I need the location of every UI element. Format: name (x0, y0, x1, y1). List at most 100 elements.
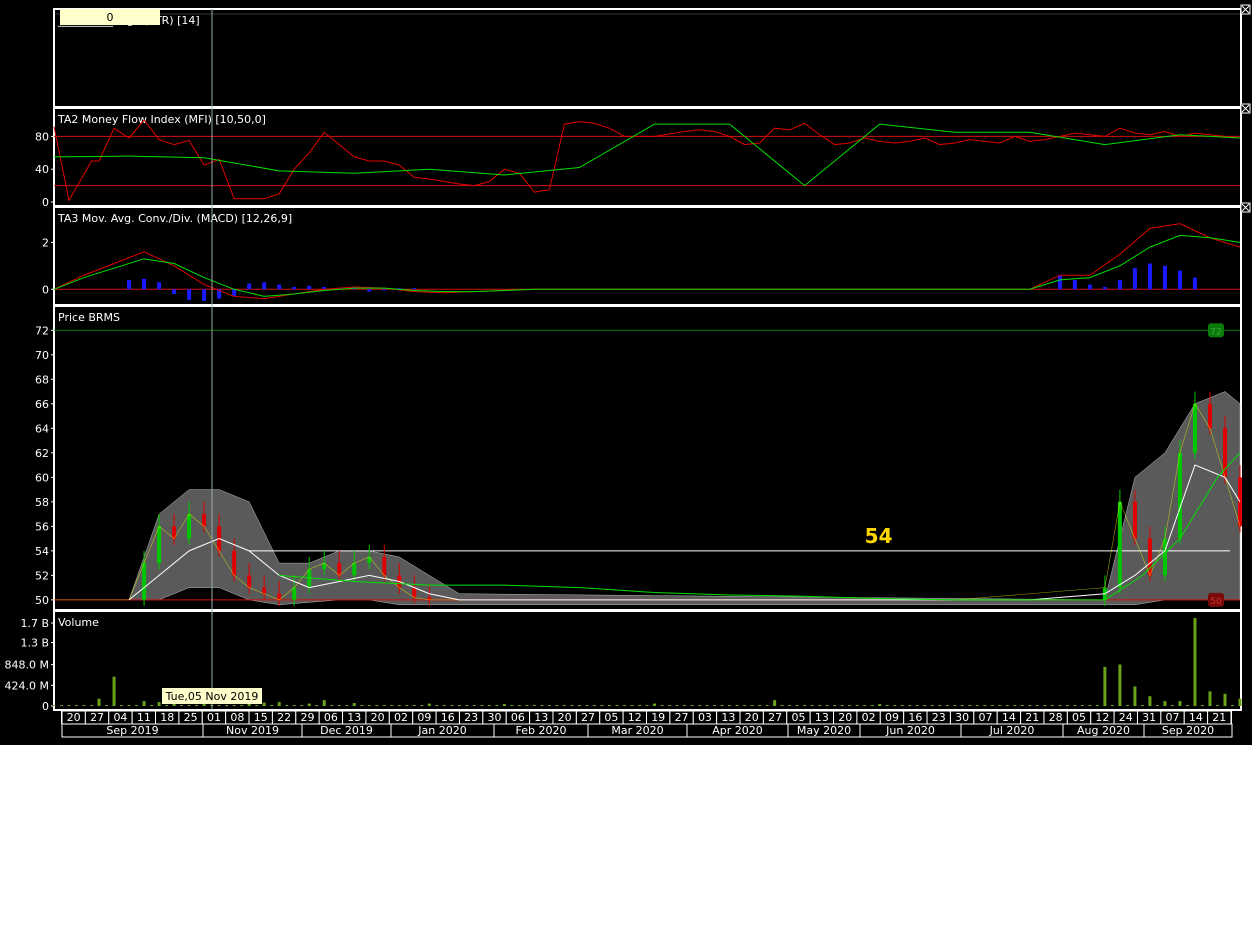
volume-bar (773, 700, 777, 706)
volume-bar (315, 705, 319, 706)
histogram-bar (1057, 275, 1062, 290)
histogram-bar (382, 289, 387, 291)
volume-bar (225, 705, 229, 706)
volume-bar (788, 705, 792, 706)
volume-bar (675, 705, 679, 706)
date-tick-label: 20 (745, 711, 759, 724)
y-tick-label: 1.3 B (20, 637, 49, 650)
volume-bar (653, 703, 657, 706)
volume-bar (615, 705, 619, 706)
volume-bar (735, 705, 739, 706)
y-tick-label: 56 (35, 520, 49, 533)
volume-bar (150, 705, 154, 706)
volume-bar (60, 705, 64, 706)
volume-bar (795, 705, 799, 706)
date-tick-label: 11 (137, 711, 151, 724)
volume-bar (975, 705, 979, 706)
volume-bar (457, 705, 461, 706)
month-label: Sep 2019 (106, 724, 158, 737)
volume-bar (397, 705, 401, 706)
date-tick-label: 04 (113, 711, 127, 724)
date-tick-label: 09 (417, 711, 431, 724)
histogram-bar (277, 284, 282, 290)
volume-bar (255, 705, 259, 706)
volume-bar (307, 703, 311, 706)
volume-bar (607, 705, 611, 706)
chart-canvas[interactable]: __________ange (ATR) [14]TA2 Money Flow … (0, 0, 1252, 745)
y-tick-label: 52 (35, 569, 49, 582)
volume-bar (240, 705, 244, 706)
date-tick-label: 05 (1072, 711, 1086, 724)
volume-bar (105, 705, 109, 706)
volume-bar (270, 705, 274, 706)
volume-bar (998, 705, 1002, 706)
cursor-date-label: Tue,05 Nov 2019 (165, 690, 259, 703)
volume-bar (743, 705, 747, 706)
histogram-bar (202, 289, 207, 301)
volume-bar (1073, 705, 1077, 706)
histogram-bar (262, 282, 267, 290)
date-tick-label: 27 (581, 711, 595, 724)
volume-bar (1005, 705, 1009, 706)
volume-bar (90, 705, 94, 706)
volume-bar (592, 705, 596, 706)
volume-bar (405, 705, 409, 706)
month-label: Apr 2020 (712, 724, 763, 737)
volume-bar (705, 705, 709, 706)
volume-bar (825, 705, 829, 706)
y-tick-label: 1.7 B (20, 617, 49, 630)
y-tick-label: 72 (35, 324, 49, 337)
volume-bar (142, 701, 146, 706)
volume-bar (1193, 618, 1197, 706)
volume-bar (585, 705, 589, 706)
volume-bar (525, 705, 529, 706)
volume-bar (893, 705, 897, 706)
volume-bar (420, 705, 424, 706)
volume-bar (112, 676, 116, 706)
y-tick-label: 848.0 M (5, 659, 49, 672)
volume-bar (555, 705, 559, 706)
volume-bar (442, 705, 446, 706)
volume-bar (165, 705, 169, 706)
histogram-bar (1147, 263, 1152, 290)
date-tick-label: 14 (1189, 711, 1203, 724)
volume-bar (923, 705, 927, 706)
date-tick-label: 07 (979, 711, 993, 724)
volume-bar (277, 702, 281, 706)
volume-bar (1178, 701, 1182, 706)
volume-bar (848, 705, 852, 706)
volume-bar (878, 704, 882, 706)
y-tick-label: 70 (35, 349, 49, 362)
date-tick-label: 09 (885, 711, 899, 724)
volume-bar (465, 705, 469, 706)
date-tick-label: 23 (464, 711, 478, 724)
volume-bar (427, 703, 431, 706)
volume-bar (435, 705, 439, 706)
histogram-bar (1132, 268, 1137, 290)
volume-bar (217, 705, 221, 706)
date-tick-label: 30 (955, 711, 969, 724)
y-tick-label: 2 (42, 236, 49, 249)
date-tick-label: 01 (207, 711, 221, 724)
date-tick-label: 19 (651, 711, 665, 724)
volume-bar (683, 705, 687, 706)
date-tick-label: 05 (604, 711, 618, 724)
date-tick-label: 30 (488, 711, 502, 724)
volume-bar (510, 705, 514, 706)
bollinger-band (128, 391, 1241, 606)
histogram-bar (1192, 277, 1197, 290)
pane-title: Volume (58, 616, 99, 629)
volume-bar (390, 705, 394, 706)
stock-chart[interactable]: __________ange (ATR) [14]TA2 Money Flow … (0, 0, 1252, 745)
histogram-bar (1087, 284, 1092, 290)
volume-bar (863, 705, 867, 706)
date-tick-label: 15 (254, 711, 268, 724)
volume-bar (495, 705, 499, 706)
volume-bar (577, 705, 581, 706)
volume-bar (450, 705, 454, 706)
date-tick-label: 12 (1095, 711, 1109, 724)
month-label: Jul 2020 (989, 724, 1035, 737)
volume-bar (330, 705, 334, 706)
histogram-bar (1102, 286, 1107, 290)
volume-bar (540, 705, 544, 706)
